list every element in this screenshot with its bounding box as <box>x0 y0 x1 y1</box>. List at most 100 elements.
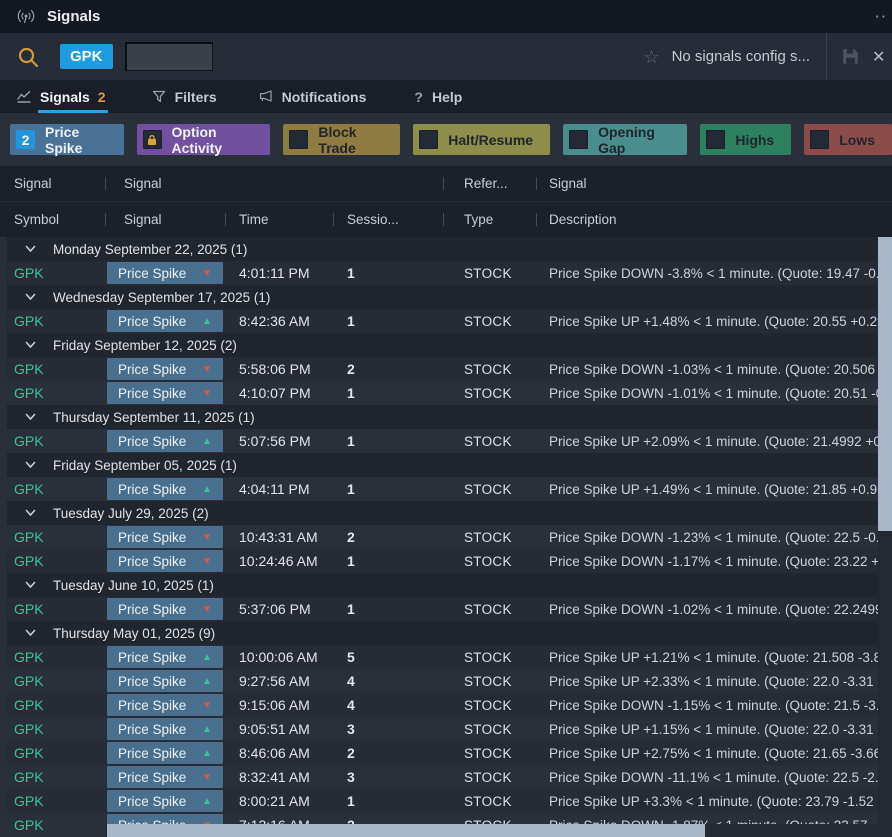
signal-row[interactable]: GPK Price Spike ▲ 9:05:51 AM 3 STOCK Pri… <box>0 717 892 741</box>
group-row[interactable]: Thursday September 11, 2025 (1) <box>0 405 892 429</box>
filter-chip-box[interactable]: 2 <box>16 130 35 149</box>
tab-label: Help <box>432 80 462 113</box>
signal-row[interactable]: GPK Price Spike ▲ 5:07:56 PM 1 STOCK Pri… <box>0 429 892 453</box>
signal-row[interactable]: GPK Price Spike ▲ 8:46:06 AM 2 STOCK Pri… <box>0 741 892 765</box>
header-group-description[interactable]: Signal <box>536 166 892 201</box>
signal-row[interactable]: GPK Price Spike ▼ 9:15:06 AM 4 STOCK Pri… <box>0 693 892 717</box>
filter-chip-box[interactable] <box>706 130 725 149</box>
type-cell: STOCK <box>443 477 536 501</box>
filter-chip[interactable]: 2 Price Spike <box>10 124 124 155</box>
type-cell: STOCK <box>443 549 536 573</box>
save-icon[interactable] <box>842 48 859 65</box>
chevron-down-icon[interactable] <box>25 509 36 517</box>
header-session[interactable]: Sessio... <box>333 202 443 237</box>
description-cell: Price Spike UP +3.3% < 1 minute. (Quote:… <box>536 789 892 813</box>
chevron-down-icon[interactable] <box>25 293 36 301</box>
chevron-down-icon[interactable] <box>25 629 36 637</box>
group-row[interactable]: Wednesday September 17, 2025 (1) <box>0 285 892 309</box>
filter-chip[interactable]: Halt/Resume <box>413 124 550 155</box>
session-cell: 4 <box>333 693 443 717</box>
horizontal-scrollbar[interactable] <box>105 824 878 837</box>
tab-notifications[interactable]: Notifications <box>247 80 379 113</box>
group-row[interactable]: Tuesday June 10, 2025 (1) <box>0 573 892 597</box>
direction-arrow: ▼ <box>202 364 212 375</box>
filter-chip-box[interactable] <box>569 130 588 149</box>
signal-cell: Price Spike ▼ <box>105 261 225 285</box>
description-cell: Price Spike DOWN -3.8% < 1 minute. (Quot… <box>536 261 892 285</box>
direction-arrow: ▲ <box>202 724 212 735</box>
group-row[interactable]: Monday September 22, 2025 (1) <box>0 237 892 261</box>
horizontal-scrollbar-thumb[interactable] <box>107 824 705 837</box>
signal-row[interactable]: GPK Price Spike ▼ 4:01:11 PM 1 STOCK Pri… <box>0 261 892 285</box>
symbol-chip[interactable]: GPK <box>60 44 113 69</box>
filter-chip[interactable]: Block Trade <box>283 124 400 155</box>
signal-row[interactable]: GPK Price Spike ▼ 5:37:06 PM 1 STOCK Pri… <box>0 597 892 621</box>
group-row[interactable]: Tuesday July 29, 2025 (2) <box>0 501 892 525</box>
group-row[interactable]: Friday September 05, 2025 (1) <box>0 453 892 477</box>
signal-row[interactable]: GPK Price Spike ▼ 4:10:07 PM 1 STOCK Pri… <box>0 381 892 405</box>
signals-config-label[interactable]: No signals config s... <box>672 48 810 65</box>
window-menu-dots[interactable]: ·· <box>875 9 888 24</box>
tab-filters[interactable]: Filters <box>140 80 229 113</box>
type-cell: STOCK <box>443 741 536 765</box>
filter-chip-box[interactable] <box>143 130 162 149</box>
header-time[interactable]: Time <box>225 202 333 237</box>
signal-row[interactable]: GPK Price Spike ▲ 10:00:06 AM 5 STOCK Pr… <box>0 645 892 669</box>
signal-badge: Price Spike ▼ <box>107 262 223 284</box>
filter-chip-box[interactable] <box>810 130 829 149</box>
header-group-reference[interactable]: Refer... <box>443 166 536 201</box>
header-type[interactable]: Type <box>443 202 536 237</box>
symbol-cell: GPK <box>0 477 105 501</box>
signal-row[interactable]: GPK Price Spike ▲ 8:42:36 AM 1 STOCK Pri… <box>0 309 892 333</box>
header-group-symbol[interactable]: Signal <box>0 166 105 201</box>
close-icon[interactable]: ✕ <box>872 47 892 67</box>
signal-row[interactable]: GPK Price Spike ▼ 10:24:46 AM 1 STOCK Pr… <box>0 549 892 573</box>
signal-row[interactable]: GPK Price Spike ▼ 8:32:41 AM 3 STOCK Pri… <box>0 765 892 789</box>
signal-badge: Price Spike ▲ <box>107 718 223 740</box>
filter-chip[interactable]: Lows <box>804 124 892 155</box>
signal-row[interactable]: GPK Price Spike ▲ 4:04:11 PM 1 STOCK Pri… <box>0 477 892 501</box>
chevron-down-icon[interactable] <box>25 581 36 589</box>
signal-row[interactable]: GPK Price Spike ▼ 5:58:06 PM 2 STOCK Pri… <box>0 357 892 381</box>
tab-signals[interactable]: Signals 2 <box>0 80 118 113</box>
chevron-down-icon[interactable] <box>25 413 36 421</box>
signal-cell: Price Spike ▲ <box>105 429 225 453</box>
signal-row[interactable]: GPK Price Spike ▼ 10:43:31 AM 2 STOCK Pr… <box>0 525 892 549</box>
time-cell: 8:00:21 AM <box>225 789 333 813</box>
symbol-cell: GPK <box>0 645 105 669</box>
symbol-search-input[interactable] <box>125 42 213 71</box>
time-cell: 9:27:56 AM <box>225 669 333 693</box>
vertical-scrollbar[interactable] <box>878 237 892 837</box>
chevron-down-icon[interactable] <box>25 341 36 349</box>
vertical-scrollbar-thumb[interactable] <box>878 237 892 531</box>
signal-cell: Price Spike ▼ <box>105 549 225 573</box>
filter-chip[interactable]: Opening Gap <box>563 124 687 155</box>
session-cell: 1 <box>333 597 443 621</box>
time-cell: 10:24:46 AM <box>225 549 333 573</box>
direction-arrow: ▼ <box>202 604 212 615</box>
favorite-star-icon[interactable]: ☆ <box>643 48 659 66</box>
filter-chip[interactable]: Highs <box>700 124 791 155</box>
signal-row[interactable]: GPK Price Spike ▲ 9:27:56 AM 4 STOCK Pri… <box>0 669 892 693</box>
filter-chip-box[interactable] <box>419 130 438 149</box>
description-cell: Price Spike UP +1.49% < 1 minute. (Quote… <box>536 477 892 501</box>
time-cell: 9:05:51 AM <box>225 717 333 741</box>
chevron-down-icon[interactable] <box>25 245 36 253</box>
tab-help[interactable]: ? Help <box>402 80 474 113</box>
time-cell: 8:46:06 AM <box>225 741 333 765</box>
header-symbol[interactable]: Symbol <box>0 202 105 237</box>
type-cell: STOCK <box>443 309 536 333</box>
signal-row[interactable]: GPK Price Spike ▲ 8:00:21 AM 1 STOCK Pri… <box>0 789 892 813</box>
header-signal[interactable]: Signal <box>105 202 225 237</box>
filter-chip[interactable]: Option Activity <box>137 124 271 155</box>
filter-chip-box[interactable] <box>289 130 308 149</box>
chevron-down-icon[interactable] <box>25 461 36 469</box>
signal-badge: Price Spike ▼ <box>107 766 223 788</box>
symbol-cell: GPK <box>0 693 105 717</box>
header-group-signal[interactable]: Signal <box>105 166 443 201</box>
header-description[interactable]: Description <box>536 202 892 237</box>
badge-label: Price Spike <box>118 482 202 497</box>
group-row[interactable]: Friday September 12, 2025 (2) <box>0 333 892 357</box>
group-row[interactable]: Thursday May 01, 2025 (9) <box>0 621 892 645</box>
group-label: Tuesday June 10, 2025 (1) <box>53 578 214 593</box>
